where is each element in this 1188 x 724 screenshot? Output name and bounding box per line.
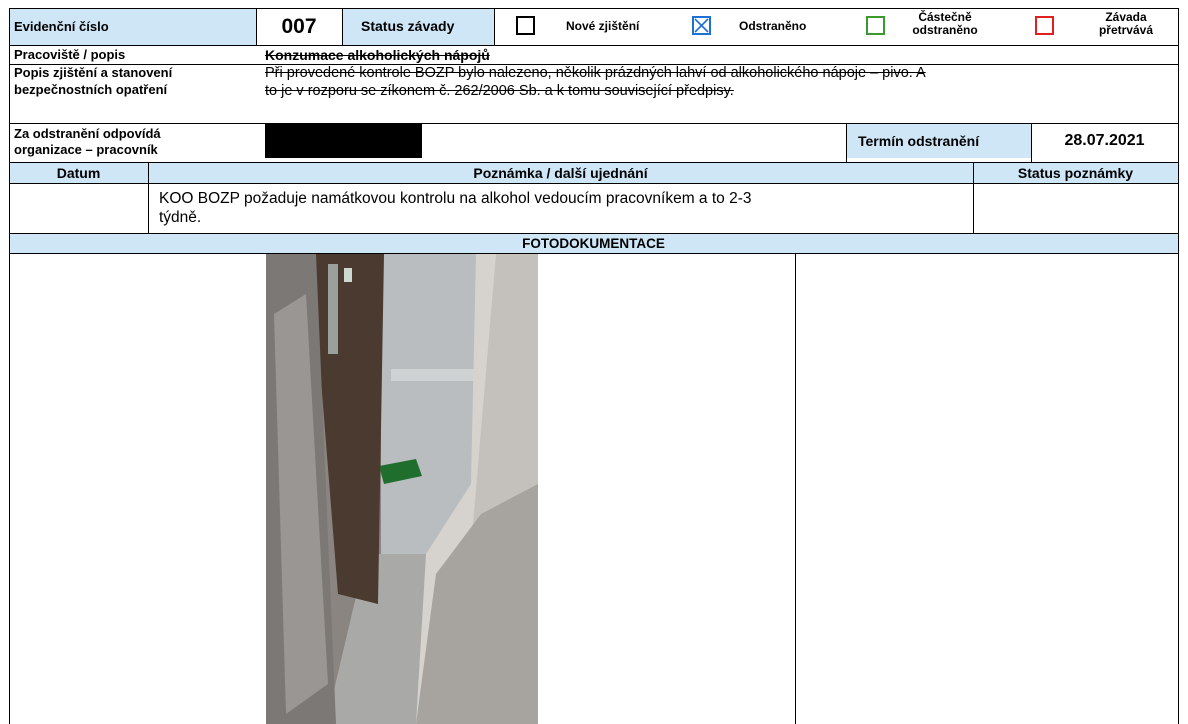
- check-cross-icon: [694, 18, 709, 33]
- finding-text-line1: Při provedené kontrole BOZP bylo nalezen…: [265, 65, 926, 81]
- grid-line: [9, 123, 1179, 124]
- grid-line: [342, 8, 343, 45]
- grid-line: [1178, 8, 1179, 724]
- grid-line: [973, 162, 974, 233]
- finding-text-line2: to je v rozporu se zíkonem č. 262/2006 S…: [265, 83, 734, 99]
- finding-label-line1: Popis zjištění a stanovení: [14, 65, 173, 80]
- workplace-label: Pracoviště / popis: [14, 47, 126, 62]
- option-label-defect-persists: Závada přetrvává: [1098, 10, 1154, 37]
- checkbox-partially-removed[interactable]: [866, 16, 885, 35]
- note-date: [9, 184, 148, 233]
- responsible-label-line2: organizace – pracovník: [14, 142, 158, 157]
- photo-drawing: [266, 254, 538, 724]
- grid-line: [9, 183, 1179, 184]
- deadline-value: 28.07.2021: [1064, 132, 1145, 149]
- grid-line: [9, 64, 1179, 65]
- deadline-label: Termín odstranění: [858, 132, 980, 149]
- notes-col-status: Status poznámky: [1017, 164, 1134, 181]
- grid-line: [256, 8, 257, 45]
- grid-line: [9, 233, 1179, 234]
- grid-line: [9, 8, 1179, 9]
- evidence-label: Evidenční číslo: [14, 19, 109, 34]
- note-status: [974, 184, 1178, 233]
- grid-line: [795, 253, 796, 724]
- grid-line: [846, 123, 847, 162]
- notes-col-date: Datum: [56, 164, 101, 181]
- checkbox-new-finding[interactable]: [516, 16, 535, 35]
- checkbox-defect-persists[interactable]: [1035, 16, 1054, 35]
- finding-label-line2: bezpečnostních opatření: [14, 82, 168, 97]
- notes-col-note: Poznámka / další ujednání: [473, 164, 648, 181]
- note-text-line2: týdně.: [159, 209, 202, 226]
- status-label: Status závady: [361, 18, 455, 34]
- responsible-label-line1: Za odstranění odpovídá: [14, 126, 161, 141]
- grid-line: [9, 45, 1179, 46]
- grid-line: [9, 8, 10, 724]
- photo-section-label: FOTODOKUMENTACE: [522, 236, 665, 251]
- option-label-new-finding: Nové zjištění: [566, 19, 640, 33]
- photo-doorway: [266, 254, 538, 724]
- redacted-name: [265, 124, 422, 158]
- option-label-partially-removed: Částečně odstraněno: [912, 10, 978, 37]
- grid-line: [9, 253, 1179, 254]
- option-label-removed: Odstraněno: [739, 19, 807, 33]
- grid-line: [494, 8, 495, 45]
- evidence-number: 007: [281, 14, 317, 38]
- workplace-value: Konzumace alkoholických nápojů: [265, 46, 490, 63]
- grid-line: [9, 162, 1179, 163]
- note-text-line1: KOO BOZP požaduje namátkovou kontrolu na…: [159, 190, 752, 207]
- checkbox-removed[interactable]: [692, 16, 711, 35]
- grid-line: [148, 162, 149, 233]
- grid-line: [1031, 123, 1032, 162]
